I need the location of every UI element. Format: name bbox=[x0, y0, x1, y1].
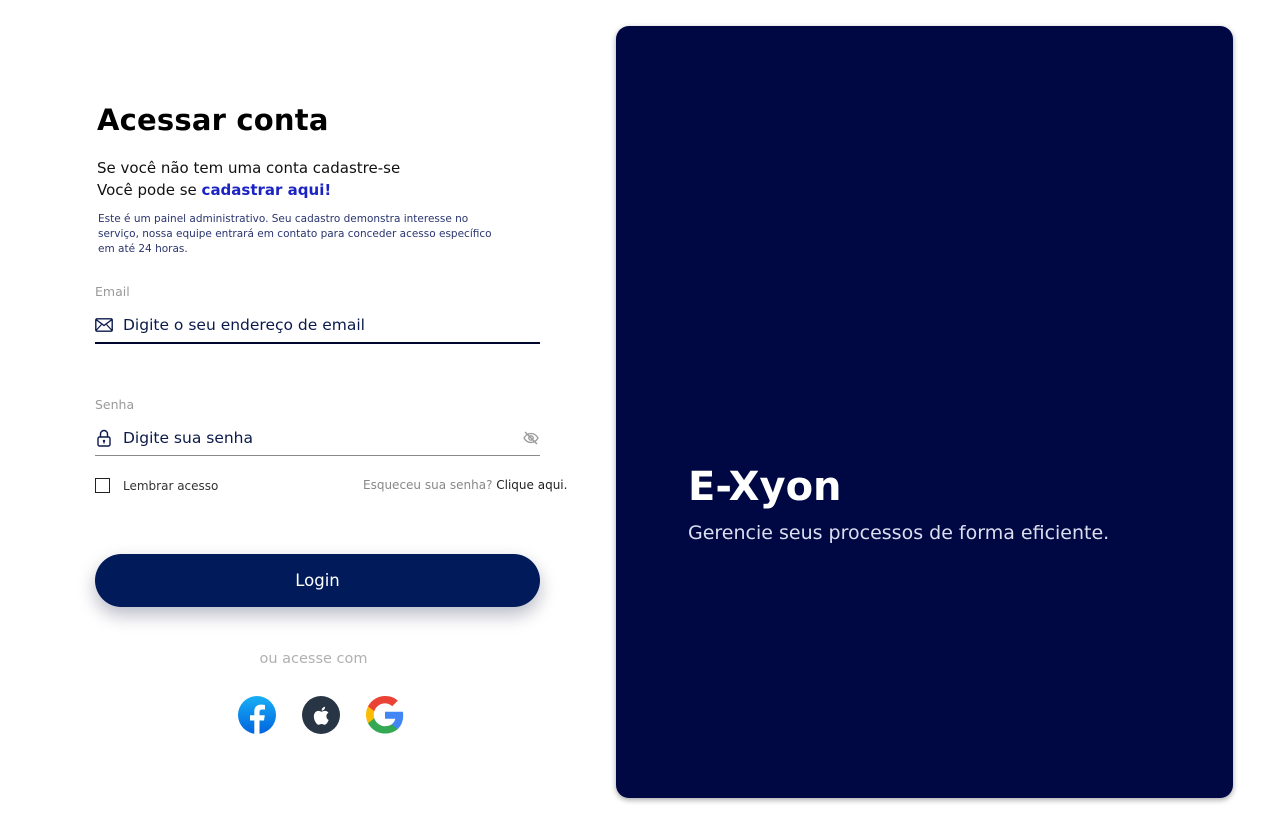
alt-login-label: ou acesse com bbox=[259, 651, 368, 667]
checkbox-box[interactable] bbox=[95, 478, 110, 493]
email-input[interactable] bbox=[123, 316, 540, 334]
email-label: Email bbox=[95, 284, 130, 299]
facebook-login-button[interactable] bbox=[238, 696, 276, 734]
password-label: Senha bbox=[95, 397, 135, 412]
remember-checkbox[interactable]: Lembrar acesso bbox=[95, 478, 218, 493]
subtitle-line-1: Se você não tem uma conta cadastre-se bbox=[97, 159, 400, 177]
brand-panel: E-Xyon Gerencie seus processos de forma … bbox=[616, 26, 1233, 798]
apple-icon bbox=[302, 696, 340, 734]
forgot-prefix: Esqueceu sua senha? bbox=[363, 478, 497, 492]
email-field[interactable] bbox=[95, 308, 540, 344]
apple-login-button[interactable] bbox=[302, 696, 340, 734]
remember-label: Lembrar acesso bbox=[123, 478, 219, 493]
register-link[interactable]: cadastrar aqui! bbox=[202, 181, 332, 199]
forgot-password: Esqueceu sua senha? Clique aqui. bbox=[363, 478, 567, 492]
login-page: Acessar conta Se você não tem uma conta … bbox=[0, 0, 1280, 832]
eye-off-icon[interactable] bbox=[522, 429, 540, 447]
google-icon bbox=[366, 696, 404, 734]
password-input[interactable] bbox=[123, 428, 516, 447]
subtitle-line-2: Você pode se cadastrar aqui! bbox=[97, 181, 331, 199]
facebook-icon bbox=[238, 696, 276, 734]
lock-icon bbox=[95, 429, 113, 447]
page-title: Acessar conta bbox=[97, 103, 329, 137]
admin-notice: Este é um painel administrativo. Seu cad… bbox=[98, 213, 492, 255]
password-field[interactable] bbox=[95, 420, 540, 456]
brand-name: E-Xyon bbox=[688, 464, 842, 510]
brand-tagline: Gerencie seus processos de forma eficien… bbox=[688, 522, 1110, 544]
envelope-icon bbox=[95, 316, 113, 334]
google-login-button[interactable] bbox=[366, 696, 404, 734]
forgot-password-link[interactable]: Clique aqui. bbox=[496, 478, 567, 492]
login-button[interactable]: Login bbox=[95, 554, 540, 607]
register-prefix: Você pode se bbox=[97, 181, 202, 199]
subtitle-text: Se você não tem uma conta cadastre-se bbox=[97, 159, 401, 177]
